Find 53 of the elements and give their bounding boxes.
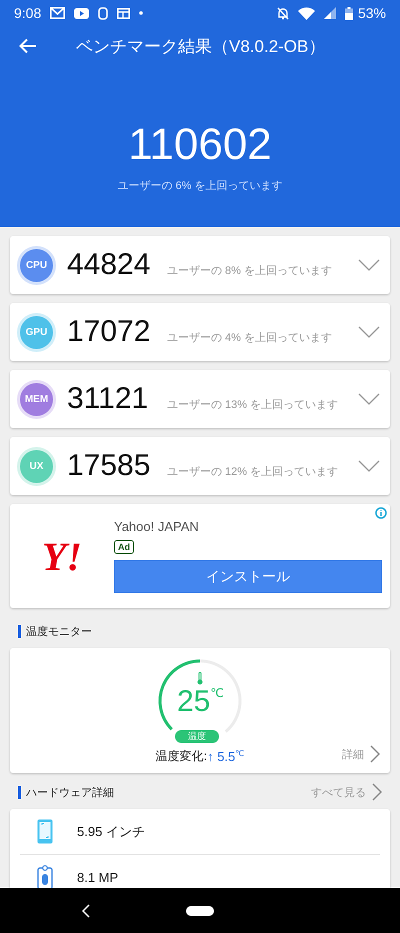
page-title: ベンチマーク結果（V8.0.2-OB） <box>76 36 326 58</box>
app-name: Yahoo! JAPAN <box>114 519 199 534</box>
signal-icon <box>324 7 336 19</box>
score-card[interactable]: GPU 17072 ユーザーの 4% を上回っています <box>10 303 390 361</box>
category-badge: MEM <box>20 382 53 416</box>
change-value: ↑ 5.5℃ <box>207 749 244 764</box>
home-button[interactable] <box>186 906 214 916</box>
score-note: ユーザーの 12% を上回っています <box>167 464 340 478</box>
change-label: 温度変化: <box>156 748 208 765</box>
ad-badge: Ad <box>114 540 134 554</box>
score-value: 17585 <box>67 449 152 483</box>
score-card[interactable]: CPU 44824 ユーザーの 8% を上回っています <box>10 236 390 294</box>
category-badge: UX <box>20 450 53 482</box>
app-logo: Y! <box>41 532 83 580</box>
temperature-value: 25 <box>177 686 210 718</box>
chevron-icon[interactable] <box>358 393 380 405</box>
install-button[interactable]: インストール <box>114 560 382 593</box>
score-card[interactable]: UX 17585 ユーザーの 12% を上回っています <box>10 437 390 495</box>
score-note: ユーザーの 13% を上回っています <box>167 398 340 412</box>
dot-icon <box>139 11 144 15</box>
score-value: 44824 <box>67 248 152 282</box>
score-value: 17072 <box>67 315 152 349</box>
hardware-spec: 8.1 MP <box>77 870 118 885</box>
score-value: 31121 <box>67 382 150 416</box>
hardware-spec: 5.95 インチ <box>77 822 145 840</box>
temperature-unit: ℃ <box>210 686 224 702</box>
thermometer-icon <box>197 672 203 685</box>
score-card[interactable]: MEM 31121 ユーザーの 13% を上回っています <box>10 370 390 428</box>
category-badge: CPU <box>20 248 53 282</box>
chevron-right-icon <box>372 783 382 801</box>
phone-icon <box>37 819 53 844</box>
wifi-icon <box>298 6 315 20</box>
window-icon <box>117 8 130 18</box>
chevron-icon[interactable] <box>358 326 380 338</box>
status-time: 9:08 <box>14 5 42 21</box>
bell-off-icon <box>276 6 289 20</box>
category-badge: GPU <box>20 316 53 348</box>
section-title: ハードウェア詳細 <box>26 786 115 800</box>
score-note: ユーザーの 8% を上回っています <box>167 264 334 278</box>
chevron-icon[interactable] <box>358 259 380 271</box>
back-icon[interactable] <box>82 904 90 918</box>
section-title: 温度モニター <box>26 624 93 638</box>
total-score: 110602 <box>127 120 273 170</box>
total-note: ユーザーの 6% を上回っています <box>116 179 284 193</box>
battery-level: 53% <box>358 5 386 21</box>
video-icon <box>74 8 90 18</box>
score-note: ユーザーの 4% を上回っています <box>167 330 334 344</box>
mail-icon <box>50 7 66 19</box>
chevron-icon[interactable] <box>358 460 380 472</box>
info-icon[interactable] <box>375 507 387 519</box>
temperature-tag: 温度 <box>175 730 219 743</box>
battery-icon <box>344 6 353 20</box>
chevron-right-icon <box>370 745 380 763</box>
